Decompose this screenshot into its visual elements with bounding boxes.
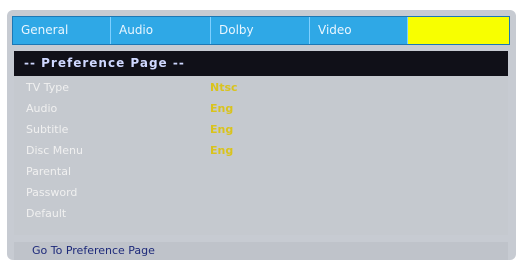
setting-label: Password — [26, 186, 78, 199]
setting-label: Parental — [26, 165, 72, 178]
setting-value: Eng — [210, 144, 234, 157]
tab-video[interactable]: Video — [310, 17, 408, 44]
setting-row-tv-type[interactable]: TV Type Ntsc — [14, 78, 508, 98]
page-title: -- Preference Page -- — [14, 51, 508, 76]
setting-row-password[interactable]: Password — [14, 183, 508, 203]
status-hint: Go To Preference Page — [14, 242, 508, 260]
setting-row-default[interactable]: Default — [14, 204, 508, 224]
setting-row-subtitle[interactable]: Subtitle Eng — [14, 120, 508, 140]
setting-label: Subtitle — [26, 123, 69, 136]
tab-preference[interactable]: Preference — [408, 17, 509, 44]
setting-value: Ntsc — [210, 81, 238, 94]
setting-label: Default — [26, 207, 67, 220]
settings-panel: TV Type Ntsc Audio Eng Subtitle Eng Disc… — [14, 76, 508, 235]
setting-label: Audio — [26, 102, 58, 115]
setting-value: Eng — [210, 102, 234, 115]
setting-label: Disc Menu — [26, 144, 84, 157]
tab-general[interactable]: General — [13, 17, 111, 44]
setting-row-disc-menu[interactable]: Disc Menu Eng — [14, 141, 508, 161]
setting-label: TV Type — [26, 81, 70, 94]
setting-row-parental[interactable]: Parental — [14, 162, 508, 182]
setting-row-audio[interactable]: Audio Eng — [14, 99, 508, 119]
setting-value: Eng — [210, 123, 234, 136]
tab-dolby[interactable]: Dolby — [211, 17, 310, 44]
tab-bar: General Audio Dolby Video Preference — [12, 16, 510, 45]
tab-audio[interactable]: Audio — [111, 17, 211, 44]
